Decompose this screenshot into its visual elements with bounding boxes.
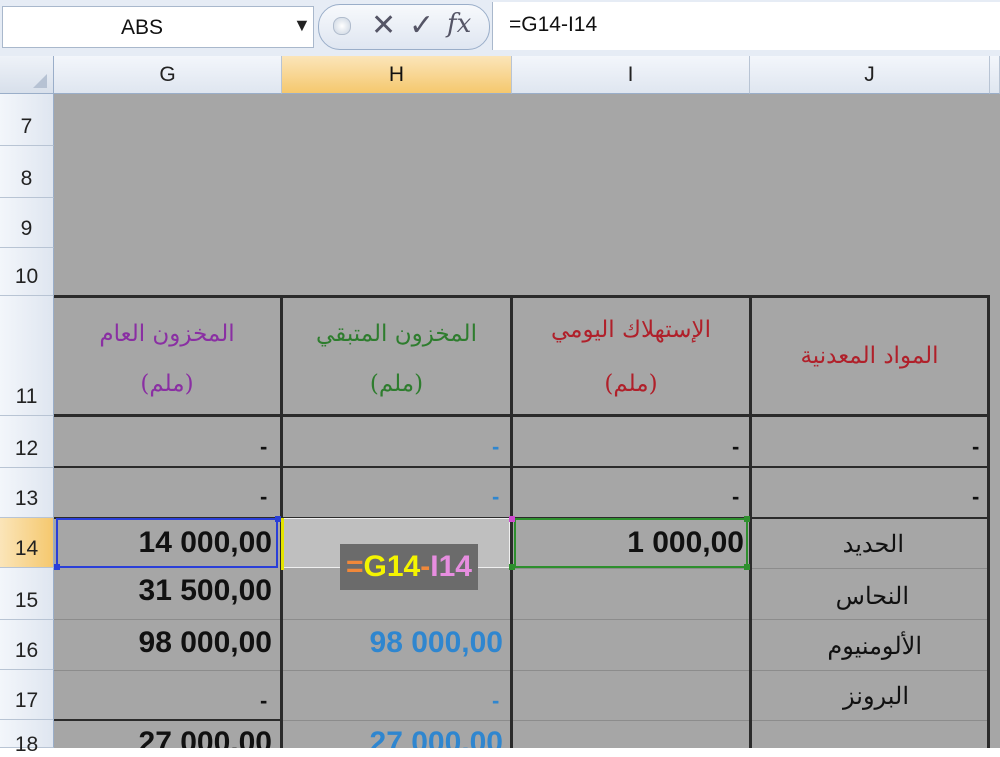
formula-buttons: ✕ ✓ fx (318, 4, 490, 50)
header-g-title: المخزون العام (99, 321, 235, 347)
row-header-12[interactable]: 12 (0, 416, 54, 468)
reference-handle[interactable] (54, 564, 60, 570)
row-header-9[interactable]: 9 (0, 198, 54, 248)
formula-equals: = (346, 550, 364, 583)
cell-g12[interactable]: - (260, 434, 267, 460)
enter-icon[interactable]: ✓ (409, 8, 434, 43)
header-h-unit: (ملم) (369, 371, 424, 397)
cell-i12[interactable]: - (732, 434, 739, 460)
cell-g17[interactable]: - (260, 688, 267, 714)
column-header-k[interactable] (990, 56, 1000, 94)
cell-h13[interactable]: - (492, 484, 499, 510)
header-i-title: الإستهلاك اليومي (550, 317, 712, 343)
row-number: 17 (14, 689, 39, 712)
reference-handle[interactable] (275, 516, 281, 522)
column-header-h[interactable]: H (282, 56, 512, 94)
cell-j16[interactable]: الألومنيوم (754, 632, 922, 660)
formula-bar-handle-icon[interactable] (333, 17, 351, 35)
insert-function-icon[interactable]: fx (447, 9, 471, 39)
column-header-g[interactable]: G (54, 56, 282, 94)
row-header-11[interactable]: 11 (0, 296, 54, 416)
reference-handle[interactable] (509, 564, 515, 570)
cell-j13[interactable]: - (972, 484, 979, 510)
row-header-14[interactable]: 14 (0, 518, 54, 568)
cell-i14: 1 000,00 (627, 526, 744, 559)
row-number: 15 (14, 589, 39, 612)
row-header-17[interactable]: 17 (0, 670, 54, 720)
sheet-grid[interactable]: المخزون العام (ملم) المخزون المتبقي (ملم… (54, 94, 1000, 748)
column-border (987, 295, 990, 748)
formula-ref-g14: G14 (363, 550, 421, 583)
row-header-15[interactable]: 15 (0, 568, 54, 620)
name-box-value: ABS (121, 16, 164, 39)
cell-j15[interactable]: النحاس (754, 582, 909, 610)
formula-edit-box[interactable]: =G14-I14 (340, 544, 478, 590)
cell-g13[interactable]: - (260, 484, 267, 510)
header-j-title: المواد المعدنية (800, 343, 939, 369)
row-border (54, 466, 990, 468)
row-header-8[interactable]: 8 (0, 146, 54, 198)
select-all-corner[interactable] (0, 56, 54, 94)
table-top-border (54, 295, 990, 298)
formula-ref-i14: I14 (430, 550, 472, 583)
header-h-title: المخزون المتبقي (316, 321, 477, 347)
row-header-7[interactable]: 7 (0, 94, 54, 146)
name-box-dropdown-icon[interactable]: ▼ (293, 15, 311, 36)
cancel-icon[interactable]: ✕ (371, 8, 396, 43)
row-border (54, 619, 990, 620)
reference-handle[interactable] (744, 516, 750, 522)
cell-g16[interactable]: 98 000,00 (54, 626, 272, 660)
cell-j17[interactable]: البرونز (754, 682, 909, 710)
cell-g15[interactable]: 31 500,00 (54, 574, 272, 608)
row-number: 16 (14, 639, 39, 662)
row-border (54, 670, 990, 671)
column-header-i[interactable]: I (512, 56, 750, 94)
row-number: 18 (14, 733, 39, 756)
cell-g18[interactable]: 27 000,00 (54, 726, 272, 748)
header-g-unit: (ملم) (140, 371, 194, 397)
table-header-bottom-border (54, 414, 990, 417)
column-header-j[interactable]: J (750, 56, 990, 94)
edit-cursor-marker (281, 518, 284, 570)
row-header-16[interactable]: 16 (0, 620, 54, 670)
formula-input[interactable]: =G14-I14 (492, 2, 1000, 50)
cell-h18[interactable]: 27 000,00 (283, 726, 503, 748)
formula-operator: - (420, 550, 431, 583)
row-header-18[interactable]: 18 (0, 720, 54, 756)
cell-g14: 14 000,00 (138, 526, 272, 559)
row-border (54, 719, 282, 721)
cell-i13[interactable]: - (732, 484, 739, 510)
formula-bar: ABS ▼ ✕ ✓ fx =G14-I14 (0, 0, 1000, 57)
reference-handle[interactable] (744, 564, 750, 570)
row-number: 14 (14, 537, 39, 560)
row-number: 13 (14, 487, 39, 510)
row-number: 12 (14, 437, 39, 460)
row-header-10[interactable]: 10 (0, 248, 54, 296)
cell-h17[interactable]: - (492, 688, 499, 714)
name-box[interactable]: ABS ▼ (2, 6, 314, 48)
row-number: 10 (14, 265, 39, 288)
cell-j12[interactable]: - (972, 434, 979, 460)
row-number: 8 (20, 167, 33, 190)
row-number: 7 (20, 115, 33, 138)
cell-h16[interactable]: 98 000,00 (283, 626, 503, 660)
row-header-13[interactable]: 13 (0, 468, 54, 518)
row-number: 11 (15, 385, 38, 408)
formula-text: =G14-I14 (509, 13, 598, 36)
reference-handle[interactable] (509, 516, 515, 522)
header-i-unit: (ملم) (604, 371, 658, 397)
row-number: 9 (20, 217, 33, 240)
cell-j14[interactable]: الحديد (754, 530, 904, 558)
cell-h12[interactable]: - (492, 434, 499, 460)
